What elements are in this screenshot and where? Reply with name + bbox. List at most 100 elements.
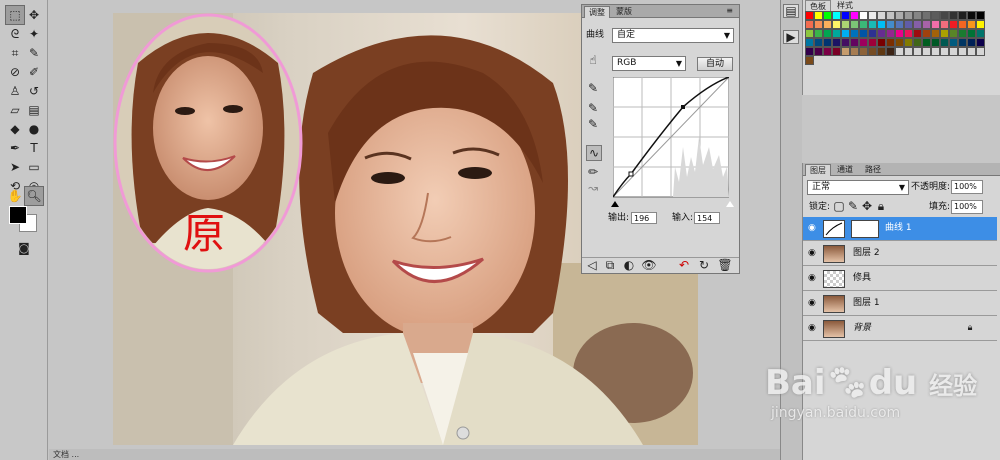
color-swatch[interactable] <box>859 29 868 38</box>
color-swatch[interactable] <box>940 11 949 20</box>
eyedropper-tool-icon[interactable]: ✎ <box>24 43 44 63</box>
color-swatch[interactable] <box>913 20 922 29</box>
color-swatch[interactable] <box>850 38 859 47</box>
color-swatch[interactable] <box>976 11 985 20</box>
blur-tool-icon[interactable]: ◆ <box>5 119 25 139</box>
lock-all-icon[interactable]: 🔒︎ <box>875 199 887 213</box>
pen-tool-icon[interactable]: ✒ <box>5 138 25 158</box>
visibility-toggle-icon[interactable]: 👁︎ <box>641 258 656 272</box>
color-swatch[interactable] <box>886 29 895 38</box>
layer-row[interactable]: ◉ 曲线 1 <box>803 217 997 241</box>
path-selection-tool-icon[interactable]: ➤ <box>5 157 25 177</box>
color-swatch[interactable] <box>841 20 850 29</box>
color-swatch[interactable] <box>904 11 913 20</box>
color-swatch[interactable] <box>886 47 895 56</box>
color-swatch[interactable] <box>913 38 922 47</box>
blend-mode-dropdown[interactable]: 正常 ▼ <box>807 180 909 195</box>
color-swatch[interactable] <box>949 29 958 38</box>
color-swatch[interactable] <box>868 11 877 20</box>
color-swatch[interactable] <box>877 47 886 56</box>
color-swatch[interactable] <box>922 20 931 29</box>
curve-point-tool-icon[interactable]: ∿ <box>586 145 602 161</box>
color-swatch[interactable] <box>814 29 823 38</box>
color-swatch[interactable] <box>940 20 949 29</box>
color-swatch[interactable] <box>877 20 886 29</box>
color-swatch[interactable] <box>850 20 859 29</box>
lock-transparency-icon[interactable]: ▢ <box>833 199 845 213</box>
targeted-adjust-icon[interactable]: ☝ <box>586 53 600 67</box>
color-swatch[interactable] <box>940 29 949 38</box>
color-swatch[interactable] <box>877 38 886 47</box>
crop-tool-icon[interactable]: ⌗ <box>5 43 25 63</box>
color-swatch[interactable] <box>805 20 814 29</box>
color-swatch[interactable] <box>841 29 850 38</box>
color-swatch[interactable] <box>913 47 922 56</box>
color-swatch[interactable] <box>859 11 868 20</box>
color-swatch[interactable] <box>805 11 814 20</box>
color-swatch[interactable] <box>967 47 976 56</box>
color-swatch[interactable] <box>976 38 985 47</box>
color-swatch[interactable] <box>949 38 958 47</box>
color-swatch[interactable] <box>967 11 976 20</box>
color-swatch[interactable] <box>814 11 823 20</box>
color-swatch[interactable] <box>931 29 940 38</box>
shape-tool-icon[interactable]: ▭ <box>24 157 44 177</box>
lasso-tool-icon[interactable]: ᘓ <box>5 24 25 44</box>
color-swatch[interactable] <box>850 11 859 20</box>
previous-state-icon[interactable]: ↶ <box>677 258 691 272</box>
eraser-tool-icon[interactable]: ▱ <box>5 100 25 120</box>
color-swatch[interactable] <box>832 47 841 56</box>
marquee-tool-icon[interactable]: ⬚ <box>5 5 25 25</box>
color-swatch[interactable] <box>886 20 895 29</box>
color-swatch[interactable] <box>832 29 841 38</box>
color-swatch[interactable] <box>913 29 922 38</box>
fill-field[interactable]: 100% <box>951 200 983 214</box>
curves-graph[interactable] <box>613 77 729 201</box>
color-swatch[interactable] <box>958 20 967 29</box>
color-swatch[interactable] <box>895 11 904 20</box>
color-swatch[interactable] <box>814 38 823 47</box>
layer-row[interactable]: ◉ 图层 2 <box>803 242 997 266</box>
layer-row[interactable]: ◉ 图层 1 <box>803 292 997 316</box>
color-swatch[interactable] <box>949 20 958 29</box>
black-input-slider[interactable] <box>611 201 619 207</box>
move-tool-icon[interactable]: ✥ <box>24 5 44 25</box>
gradient-tool-icon[interactable]: ▤ <box>24 100 44 120</box>
color-swatch[interactable] <box>931 11 940 20</box>
white-point-eyedropper-icon[interactable]: ✎ <box>586 117 600 131</box>
gray-point-eyedropper-icon[interactable]: ✎ <box>586 101 600 115</box>
zoom-tool-icon[interactable]: 🔍︎ <box>24 186 44 206</box>
color-swatch[interactable] <box>886 38 895 47</box>
eye-icon[interactable]: ◉ <box>808 322 820 334</box>
color-swatch[interactable] <box>967 38 976 47</box>
delete-adjustment-icon[interactable]: 🗑︎ <box>717 258 732 272</box>
eye-icon[interactable]: ◉ <box>808 222 820 234</box>
color-swatch[interactable] <box>904 47 913 56</box>
color-swatch[interactable] <box>823 20 832 29</box>
color-swatch[interactable] <box>805 47 814 56</box>
input-value-field[interactable]: 154 <box>694 212 720 224</box>
color-swatch[interactable] <box>823 47 832 56</box>
color-swatch[interactable] <box>931 38 940 47</box>
return-to-list-icon[interactable]: ◁ <box>585 258 599 272</box>
layer-row[interactable]: ◉ 背景 🔒︎ <box>803 317 997 341</box>
swatch-grid[interactable] <box>805 11 985 65</box>
color-swatch[interactable] <box>841 11 850 20</box>
foreground-color-swatch[interactable] <box>9 206 27 224</box>
color-swatch[interactable] <box>832 38 841 47</box>
color-swatch[interactable] <box>859 20 868 29</box>
lock-pixels-icon[interactable]: ✎ <box>847 199 859 213</box>
color-swatch[interactable] <box>895 29 904 38</box>
layer-row[interactable]: ◉ 修具 <box>803 267 997 291</box>
color-swatch[interactable] <box>832 20 841 29</box>
color-swatch[interactable] <box>940 38 949 47</box>
color-swatch[interactable] <box>805 56 814 65</box>
color-swatch[interactable] <box>814 20 823 29</box>
clone-stamp-tool-icon[interactable]: ♙ <box>5 81 25 101</box>
eye-icon[interactable]: ◉ <box>808 297 820 309</box>
color-swatch[interactable] <box>922 38 931 47</box>
color-swatch[interactable] <box>922 11 931 20</box>
color-swatch[interactable] <box>922 47 931 56</box>
type-tool-icon[interactable]: T <box>24 138 44 158</box>
color-swatch[interactable] <box>868 38 877 47</box>
